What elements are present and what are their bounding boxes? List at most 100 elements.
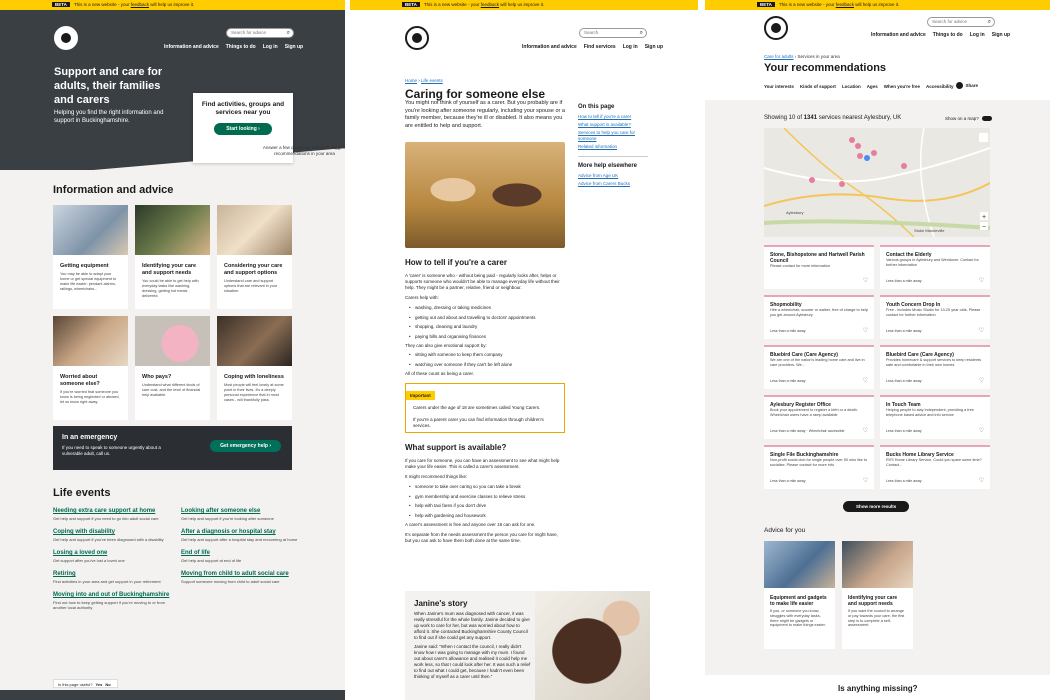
card-image: [135, 205, 210, 255]
nav-find-services[interactable]: Find services: [584, 44, 616, 50]
search-icon[interactable]: ⌕: [287, 29, 290, 37]
search-icon[interactable]: ⌕: [988, 18, 991, 26]
result-card[interactable]: Single File Buckinghamshire Non-profit so…: [764, 445, 874, 489]
beta-banner: BETA This is a new website - your feedbac…: [350, 0, 698, 10]
nav-things-to-do[interactable]: Things to do: [226, 44, 256, 50]
life-events: Life events Needing extra care support a…: [53, 487, 298, 618]
show-map-toggle[interactable]: Show on a map?: [945, 116, 992, 122]
nav-log-in[interactable]: Log in: [623, 44, 638, 50]
info-card[interactable]: Identifying your care and support needs Y…: [135, 205, 210, 309]
info-card[interactable]: Getting equipment You may be able to adap…: [53, 205, 128, 309]
toc-link[interactable]: What support is available?: [578, 122, 648, 128]
external-link[interactable]: Advice from Age UK: [578, 173, 648, 179]
advice-heading: Advice for you: [764, 527, 806, 534]
council-logo[interactable]: [405, 26, 429, 50]
anything-missing-heading: Is anything missing?: [838, 684, 918, 693]
info-card[interactable]: Worried about someone else? If you're wor…: [53, 316, 128, 420]
filter-interests[interactable]: Your interests: [764, 84, 794, 89]
life-event-link[interactable]: Needing extra care support at home: [53, 508, 174, 515]
life-event-link[interactable]: Moving into and out of Buckinghamshire: [53, 592, 174, 599]
toggle-icon: [981, 116, 992, 122]
heart-icon[interactable]: ♡: [863, 327, 868, 334]
council-logo[interactable]: [54, 26, 78, 50]
on-this-page: On this page How to tell if you're a car…: [578, 104, 648, 189]
homepage-screen: BETA This is a new website - your feedbac…: [0, 0, 345, 700]
recommendations-screen: BETA This is a new website - your feedbac…: [705, 0, 1050, 700]
search-input[interactable]: Search for advice ⌕: [927, 17, 995, 27]
story-photo: [535, 591, 650, 700]
show-more-button[interactable]: Show more results: [843, 501, 910, 512]
heart-icon[interactable]: ♡: [863, 427, 868, 434]
nav-information-advice[interactable]: Information and advice: [522, 44, 577, 50]
result-card[interactable]: Bluebird Care (Care Agency) We are one of…: [764, 345, 874, 389]
life-event-link[interactable]: Losing a loved one: [53, 550, 174, 557]
info-card[interactable]: Coping with loneliness Most people will f…: [217, 316, 292, 420]
filter-when[interactable]: When you're free: [884, 84, 920, 89]
council-logo[interactable]: [764, 16, 788, 40]
life-event-link[interactable]: Retiring: [53, 571, 174, 578]
filter-ages[interactable]: Ages: [867, 84, 878, 89]
card-image: [53, 205, 128, 255]
results-map[interactable]: + − Aylesbury Stoke Mandeville: [764, 128, 990, 237]
piggy-bank-image: [135, 316, 210, 366]
life-event-link[interactable]: Coping with disability: [53, 529, 174, 536]
feedback-link[interactable]: feedback: [836, 2, 854, 7]
breadcrumb: Care for adults › Services in your area: [764, 54, 840, 59]
start-looking-button[interactable]: Start looking ›: [214, 123, 272, 135]
external-link[interactable]: Advice from Carers Bucks: [578, 181, 648, 187]
life-event-link[interactable]: Looking after someone else: [181, 508, 302, 515]
card-image: [217, 205, 292, 255]
result-card[interactable]: Contact the Elderly Various groups in Ayl…: [880, 245, 990, 289]
nav-sign-up[interactable]: Sign up: [285, 44, 303, 50]
nav-sign-up[interactable]: Sign up: [645, 44, 663, 50]
search-input[interactable]: Search ⌕: [579, 28, 647, 38]
result-card[interactable]: In Touch Team Helping people to stay inde…: [880, 395, 990, 439]
info-card[interactable]: Considering your care and support option…: [217, 205, 292, 309]
heart-icon[interactable]: ♡: [979, 377, 984, 384]
filter-kinds[interactable]: Kinds of support: [800, 84, 836, 89]
get-emergency-help-button[interactable]: Get emergency help ›: [210, 440, 281, 452]
nav-information-advice[interactable]: Information and advice: [164, 44, 219, 50]
heart-icon[interactable]: ♡: [863, 477, 868, 484]
article-photo: [405, 142, 565, 248]
search-icon[interactable]: ⌕: [640, 29, 643, 37]
toc-link[interactable]: Related information: [578, 144, 648, 150]
article-screen: BETA This is a new website - your feedbac…: [350, 0, 698, 700]
main-nav: Information and advice Find services Log i…: [515, 44, 663, 50]
filter-accessibility[interactable]: Accessibility: [926, 84, 954, 89]
site-header: Search ⌕ Information and advice Find servi…: [350, 10, 698, 60]
search-input[interactable]: Search for advice ⌕: [226, 28, 294, 38]
feedback-link[interactable]: feedback: [131, 2, 149, 7]
nav-log-in[interactable]: Log in: [263, 44, 278, 50]
share-button[interactable]: Share: [956, 82, 984, 89]
heart-icon[interactable]: ♡: [863, 277, 868, 284]
yes-button[interactable]: Yes: [95, 682, 102, 687]
result-card[interactable]: Bucks Home Library Service RVS Home Libra…: [880, 445, 990, 489]
heart-icon[interactable]: ♡: [979, 277, 984, 284]
result-card[interactable]: Aylesbury Register Office Book your appoi…: [764, 395, 874, 439]
result-card[interactable]: Stone, Bishopstone and Hartwell Parish C…: [764, 245, 874, 289]
heart-icon[interactable]: ♡: [863, 377, 868, 384]
life-events-heading: Life events: [53, 487, 111, 499]
result-card[interactable]: Shopmobility Hire a wheelchair, scooter o…: [764, 295, 874, 339]
main-nav: Information and advice Things to do Log in…: [157, 44, 303, 50]
hero-text: Helping you find the right information a…: [54, 110, 164, 124]
heart-icon[interactable]: ♡: [979, 327, 984, 334]
life-event-link[interactable]: After a diagnosis or hospital stay: [181, 529, 302, 536]
life-event-link[interactable]: End of life: [181, 550, 302, 557]
heart-icon[interactable]: ♡: [979, 477, 984, 484]
heart-icon[interactable]: ♡: [979, 427, 984, 434]
feedback-link[interactable]: feedback: [481, 2, 499, 7]
toc-link[interactable]: How to tell if you're a carer: [578, 114, 648, 120]
advice-card[interactable]: Identifying your care and support needs I…: [842, 541, 913, 649]
toc-link[interactable]: Services to help you care for someone: [578, 130, 648, 142]
info-card[interactable]: Who pays? Understand what different kinds…: [135, 316, 210, 420]
advice-card[interactable]: Equipment and gadgets to make life easie…: [764, 541, 835, 649]
filter-bar: Your interests Kinds of support Location Ag…: [705, 82, 1050, 89]
no-button[interactable]: No: [105, 682, 110, 687]
filter-location[interactable]: Location: [842, 84, 861, 89]
result-card[interactable]: Bluebird Care (Care Agency) Provides home…: [880, 345, 990, 389]
breadcrumb: Home › Life events: [405, 78, 443, 83]
life-event-link[interactable]: Moving from child to adult social care: [181, 571, 302, 578]
result-card[interactable]: Youth Concern Drop In Free - includes Mus…: [880, 295, 990, 339]
